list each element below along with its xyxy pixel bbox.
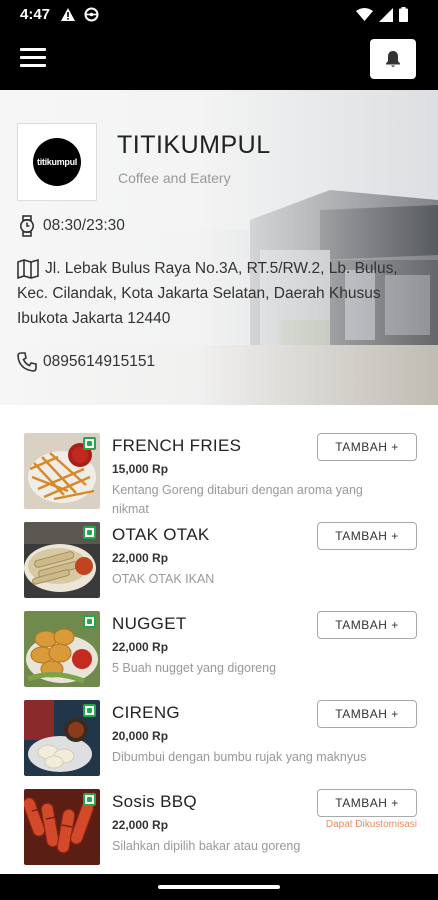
shop-name: TITIKUMPUL [117,131,271,159]
bell-icon [386,51,400,67]
shop-address: Jl. Lebak Bulus Raya No.3A, RT.5/RW.2, L… [17,256,407,331]
status-time: 4:47 [20,6,51,23]
veg-badge-icon [83,437,96,450]
shop-phone[interactable]: 0895614915151 [17,349,155,374]
add-button[interactable]: TAMBAH + [317,433,417,461]
battery-icon [399,7,408,22]
item-price: 22,000 Rp [112,818,169,832]
otak-otak-image [24,522,100,598]
home-gesture-handle[interactable] [158,885,280,889]
veg-badge-icon [83,615,96,628]
warning-icon [61,8,75,21]
phone-icon [17,352,37,372]
menu-list[interactable]: FRENCH FRIES 15,000 Rp Kentang Goreng di… [0,405,438,874]
menu-item[interactable]: OTAK OTAK 22,000 Rp OTAK OTAK IKAN TAMBA… [24,522,417,611]
veg-badge-icon [83,793,96,806]
item-price: 15,000 Rp [112,462,169,476]
item-description: OTAK OTAK IKAN [112,572,215,586]
customizable-label: Dapat Dikustomisasi [325,819,417,830]
veg-badge-icon [83,704,96,717]
menu-item[interactable]: FRENCH FRIES 15,000 Rp Kentang Goreng di… [24,433,417,522]
add-button[interactable]: TAMBAH + [317,789,417,817]
logo-text: titikumpul [37,157,77,167]
add-button[interactable]: TAMBAH + [317,522,417,550]
item-name: NUGGET [112,614,187,633]
item-description: Dibumbui dengan bumbu rujak yang maknyus [112,750,367,764]
item-name: Sosis BBQ [112,792,197,811]
signal-icon [379,7,393,22]
veg-badge-icon [83,526,96,539]
address-text: Jl. Lebak Bulus Raya No.3A, RT.5/RW.2, L… [17,260,398,327]
item-price: 22,000 Rp [112,551,169,565]
item-description: Kentang Goreng ditaburi dengan aroma yan… [112,483,363,516]
steering-icon [84,7,99,22]
logo-badge: titikumpul [33,138,81,186]
phone-text: 0895614915151 [43,353,156,370]
french-fries-image [24,433,100,509]
cireng-image [24,700,100,776]
item-price: 20,000 Rp [112,729,169,743]
add-button[interactable]: TAMBAH + [317,611,417,639]
add-button[interactable]: TAMBAH + [317,700,417,728]
menu-item[interactable]: Sosis BBQ 22,000 Rp Dapat Dikustomisasi … [24,789,417,874]
item-name: OTAK OTAK [112,525,210,544]
item-name: FRENCH FRIES [112,436,242,455]
app-bar [0,30,438,90]
shop-subtitle: Coffee and Eatery [118,170,231,186]
hamburger-menu-icon[interactable] [20,48,46,72]
sosis-bbq-image [24,789,100,865]
menu-item[interactable]: NUGGET 22,000 Rp 5 Buah nugget yang digo… [24,611,417,700]
navigation-bar [0,874,438,900]
item-description: Silahkan dipilih bakar atau goreng [112,839,301,853]
wifi-icon [356,8,373,21]
menu-item[interactable]: CIRENG 20,000 Rp Dibumbui dengan bumbu r… [24,700,417,789]
hours-text: 08:30/23:30 [43,217,125,234]
item-price: 22,000 Rp [112,640,169,654]
nugget-image [24,611,100,687]
opening-hours: 08:30/23:30 [17,213,125,238]
notification-button[interactable] [370,39,416,79]
map-icon [17,258,39,279]
item-name: CIRENG [112,703,180,722]
shop-header: titikumpul TITIKUMPUL Coffee and Eatery … [0,90,438,405]
item-description: 5 Buah nugget yang digoreng [112,661,277,675]
shop-logo: titikumpul [17,123,97,201]
watch-icon [20,215,34,237]
status-bar: 4:47 [0,0,438,30]
